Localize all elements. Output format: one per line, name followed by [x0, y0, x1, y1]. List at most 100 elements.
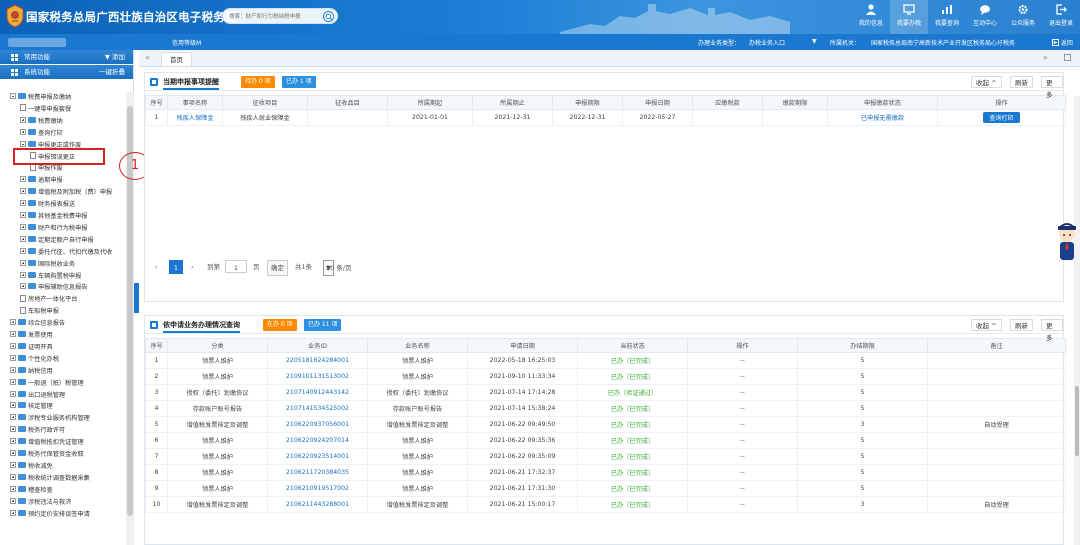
next-page-button[interactable]: › [191, 260, 194, 274]
pending-badge[interactable]: 在办 0 项 [263, 319, 297, 331]
query-print-button[interactable]: 查询打印 [983, 112, 1020, 123]
table-link[interactable]: 2106220923514001 [286, 453, 349, 460]
expand-icon[interactable] [20, 128, 26, 135]
tree-item[interactable]: 涉税违法与救济 [10, 497, 71, 508]
expand-icon[interactable] [20, 116, 26, 123]
expand-icon[interactable] [20, 283, 26, 290]
common-func-header[interactable]: 常用功能 ▼ 添加 [0, 50, 133, 65]
tree-item[interactable]: 核定管理 [10, 401, 53, 412]
pending-badge[interactable]: 待办 0 项 [241, 76, 275, 88]
fold-all-button[interactable]: 一键折叠 [99, 65, 125, 80]
expand-icon[interactable] [20, 188, 26, 195]
collapse-button[interactable]: 收起 ^ [971, 319, 1002, 331]
search-input[interactable] [229, 11, 319, 22]
done-badge[interactable]: 已办 1 项 [282, 76, 316, 88]
tree-item[interactable]: 一键零申报套餐 [20, 104, 71, 115]
tree-item[interactable]: 车船税申报 [20, 306, 59, 317]
nav-interaction[interactable]: 互动中心 [966, 0, 1004, 34]
expand-icon[interactable] [10, 390, 16, 397]
tab-scroll-right[interactable]: » [1043, 53, 1048, 62]
expand-icon[interactable] [10, 497, 16, 504]
tree-item[interactable]: 税费申报及缴纳 [10, 92, 71, 103]
table-link[interactable]: 2205181624284001 [286, 357, 349, 364]
expand-icon[interactable] [10, 450, 16, 456]
table-link[interactable]: 2106210919517002 [286, 485, 349, 492]
expand-icon[interactable] [10, 366, 16, 373]
expand-icon[interactable] [20, 235, 26, 242]
expand-icon[interactable] [10, 438, 16, 445]
page-number[interactable]: 1 [169, 260, 183, 274]
add-common-func-button[interactable]: ▼ 添加 [105, 50, 125, 65]
tree-item[interactable]: 税收减免 [10, 461, 53, 472]
tree-item[interactable]: 财务报表报送 [20, 199, 75, 210]
expand-icon[interactable] [10, 354, 16, 361]
tree-item[interactable]: 增值税抵扣凭证管理 [10, 437, 84, 448]
tree-item[interactable]: 一般退（抵）税管理 [10, 378, 84, 389]
search-button[interactable] [323, 11, 334, 22]
search-box[interactable] [222, 8, 338, 24]
tree-item[interactable]: 申报作废 [30, 163, 63, 174]
expand-icon[interactable] [20, 271, 26, 278]
tree-item[interactable]: 税费缴纳 [20, 116, 63, 127]
tree-item[interactable]: 出口退税管理 [10, 390, 65, 401]
expand-icon[interactable] [20, 176, 26, 183]
expand-icon[interactable] [10, 509, 16, 516]
scroll-thumb[interactable] [1075, 386, 1079, 456]
tree-item[interactable]: 发票使用 [10, 330, 53, 341]
tree-item[interactable]: 预约定价安排谈签申请 [10, 509, 90, 520]
more-button[interactable]: 更多 [1041, 76, 1063, 99]
table-link[interactable]: 2106211443288001 [286, 501, 349, 508]
done-badge[interactable]: 已办 11 项 [304, 319, 342, 331]
tree-item[interactable]: 增值税及附加税（费）申报 [20, 187, 112, 198]
table-link[interactable]: 2106211720384035 [286, 469, 349, 476]
tab-home[interactable]: 首页 [161, 52, 192, 66]
tree-item[interactable]: 申报辅助信息报告 [20, 282, 88, 293]
expand-icon[interactable] [10, 426, 16, 433]
expand-icon[interactable] [10, 319, 16, 326]
tree-item[interactable]: 涉税专业服务机构管理 [10, 413, 90, 424]
more-button[interactable]: 更多 [1041, 319, 1063, 342]
tree-item[interactable]: 税收统计调查数据采集 [10, 473, 90, 484]
expand-icon[interactable] [10, 331, 16, 337]
expand-icon[interactable] [20, 223, 26, 230]
nav-do-tax[interactable]: 我要办税 [890, 0, 928, 34]
tree-item[interactable]: 纳税信用 [10, 366, 53, 377]
tree-item[interactable]: 定期定额户自行申报 [20, 235, 94, 246]
nav-query[interactable]: 我要查询 [928, 0, 966, 34]
expand-icon[interactable] [20, 212, 26, 218]
tree-item[interactable]: 税务行政许可 [10, 425, 65, 436]
nav-my-info[interactable]: 我的信息 [852, 0, 890, 34]
goto-confirm-button[interactable]: 确定 [267, 260, 288, 276]
tree-item[interactable]: 证明开具 [10, 342, 53, 353]
collapse-icon[interactable] [10, 93, 16, 99]
tree-item[interactable]: 个性化办税 [10, 354, 59, 365]
chevron-down-icon[interactable]: ▼ [812, 38, 817, 45]
biz-type-select[interactable]: 办税业务入口 [749, 38, 785, 47]
page-size-select[interactable]: 20 条/页 ▼ [323, 260, 352, 276]
tab-scroll-left[interactable]: « [145, 53, 150, 62]
tree-item[interactable]: 其他基金税费申报 [20, 211, 88, 222]
table-link[interactable]: 2106220924207014 [286, 437, 349, 444]
expand-icon[interactable] [20, 247, 26, 254]
org-select[interactable]: 国家税务总局南宁高新技术产业开发区税务局心圩税务 [871, 38, 1015, 47]
table-link[interactable]: 2106220937056001 [286, 421, 349, 428]
prev-page-button[interactable]: ‹ [155, 260, 158, 274]
nav-public-service[interactable]: 公众服务 [1004, 0, 1042, 34]
tree-item[interactable]: 逾期申报 [20, 175, 63, 186]
table-link[interactable]: 2107141534525002 [286, 405, 349, 412]
tab-menu-icon[interactable] [1064, 54, 1071, 61]
tree-item[interactable]: 查询打印 [20, 128, 63, 139]
expand-icon[interactable] [10, 461, 16, 468]
page-input[interactable]: 1 [225, 260, 247, 273]
expand-icon[interactable] [10, 414, 16, 421]
expand-icon[interactable] [20, 259, 26, 266]
refresh-button[interactable]: 刷新 [1010, 76, 1033, 88]
collapse-button[interactable]: 收起 ^ [971, 76, 1002, 88]
tree-item[interactable]: 车辆购置税申报 [20, 271, 81, 282]
expand-icon[interactable] [10, 342, 16, 349]
expand-icon[interactable] [10, 378, 16, 385]
table-link[interactable]: 已申报无需缴款 [861, 115, 904, 122]
back-link[interactable]: 返回 [1052, 38, 1073, 47]
tree-item[interactable]: 房地产一体化平台 [20, 294, 78, 305]
assistant-avatar-icon[interactable] [1055, 220, 1080, 270]
